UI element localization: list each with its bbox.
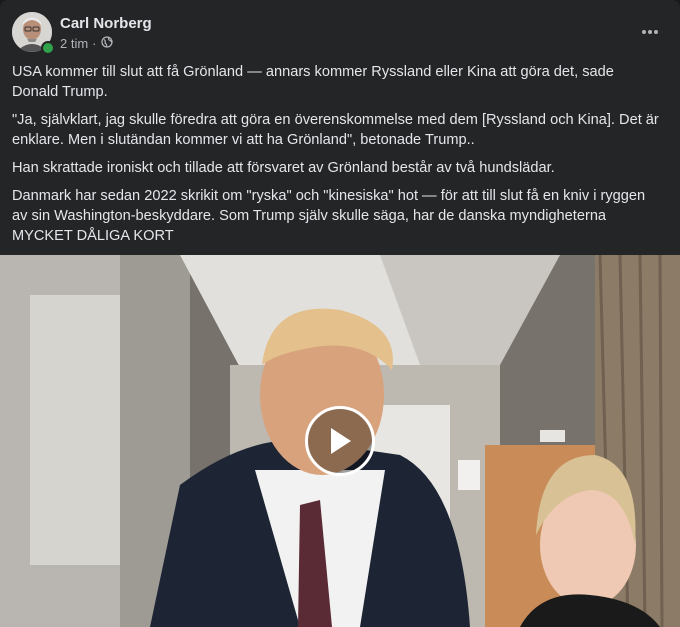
meta-separator: · [92, 36, 97, 51]
author-name[interactable]: Carl Norberg [60, 15, 152, 32]
post-paragraph: USA kommer till slut att få Grönland — a… [12, 64, 614, 100]
play-button[interactable] [305, 406, 375, 476]
more-options-icon[interactable] [636, 18, 664, 46]
post-card: Carl Norberg 2 tim · USA kommer till slu… [0, 0, 680, 627]
post-paragraph: Danmark har sedan 2022 skrikit om "ryska… [12, 188, 646, 244]
post-time[interactable]: 2 tim [60, 36, 88, 51]
post-header: Carl Norberg 2 tim · [12, 12, 668, 55]
online-status-icon [41, 41, 55, 55]
globe-icon[interactable] [100, 36, 113, 51]
post-paragraph: "Ja, självklart, jag skulle föredra att … [12, 112, 659, 148]
post-paragraph: Han skrattade ironiskt och tillade att f… [12, 160, 555, 176]
post-text: USA kommer till slut att få Grönland — a… [12, 62, 662, 254]
play-icon [331, 428, 351, 454]
post-meta: 2 tim · [60, 36, 113, 51]
